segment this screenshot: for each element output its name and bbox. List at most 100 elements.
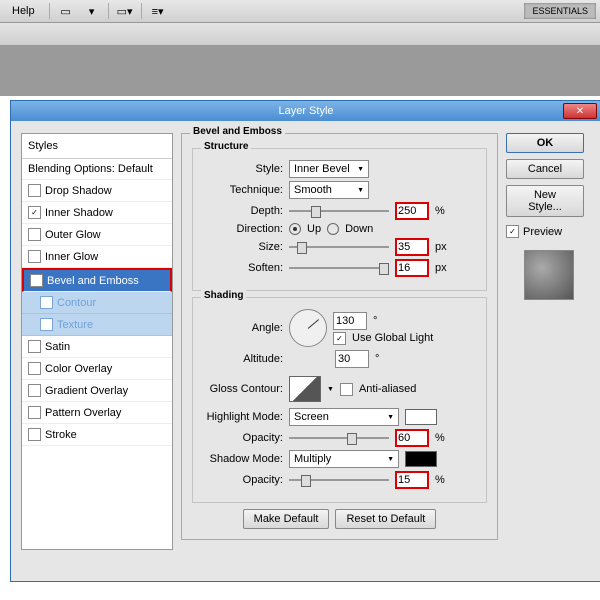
preview-swatch — [524, 250, 574, 300]
layer-style-dialog: Layer Style ✕ Styles Blending Options: D… — [10, 100, 600, 582]
style-checkbox[interactable] — [40, 296, 53, 309]
style-checkbox[interactable] — [28, 406, 41, 419]
new-style-button[interactable]: New Style... — [506, 185, 584, 217]
style-label: Style: — [203, 163, 283, 175]
style-row-stroke[interactable]: Stroke — [22, 424, 172, 446]
bevel-emboss-group: Bevel and Emboss Structure Style: Inner … — [181, 133, 498, 540]
percent-unit: % — [435, 432, 445, 444]
ok-button[interactable]: OK — [506, 133, 584, 153]
reset-default-button[interactable]: Reset to Default — [335, 509, 436, 529]
style-row-satin[interactable]: Satin — [22, 336, 172, 358]
global-light-checkbox[interactable]: ✓ — [333, 332, 346, 345]
antialias-checkbox[interactable] — [340, 383, 353, 396]
style-row-bevel-and-emboss[interactable]: ✓ Bevel and Emboss — [22, 268, 172, 292]
style-checkbox[interactable] — [28, 250, 41, 263]
chevron-down-icon: ▼ — [357, 166, 364, 173]
screen-mode-icon[interactable]: ▭▾ — [115, 3, 135, 19]
depth-input[interactable]: 250 — [395, 202, 429, 220]
shadow-color-swatch[interactable] — [405, 451, 437, 467]
style-label: Stroke — [45, 429, 77, 441]
technique-label: Technique: — [203, 184, 283, 196]
shadow-opacity-slider[interactable] — [289, 474, 389, 486]
angle-dial[interactable] — [289, 309, 327, 347]
styles-header[interactable]: Styles — [22, 134, 172, 159]
canvas-area — [0, 46, 600, 96]
structure-group: Structure Style: Inner Bevel▼ Technique:… — [192, 148, 487, 291]
style-checkbox[interactable] — [28, 340, 41, 353]
workspace-switcher[interactable]: ESSENTIALS — [524, 3, 596, 19]
soften-slider[interactable] — [289, 262, 389, 274]
highlight-mode-select[interactable]: Screen▼ — [289, 408, 399, 426]
style-checkbox[interactable]: ✓ — [28, 206, 41, 219]
highlight-opacity-slider[interactable] — [289, 432, 389, 444]
style-select[interactable]: Inner Bevel▼ — [289, 160, 369, 178]
preview-checkbox[interactable]: ✓ — [506, 225, 519, 238]
depth-label: Depth: — [203, 205, 283, 217]
style-checkbox[interactable] — [28, 428, 41, 441]
style-row-texture[interactable]: Texture — [22, 314, 172, 336]
chevron-down-icon[interactable]: ▼ — [327, 386, 334, 393]
highlight-opacity-label: Opacity: — [203, 432, 283, 444]
make-default-button[interactable]: Make Default — [243, 509, 330, 529]
shadow-mode-select[interactable]: Multiply▼ — [289, 450, 399, 468]
group-title: Bevel and Emboss — [190, 126, 285, 137]
style-checkbox[interactable] — [28, 228, 41, 241]
global-light-label: Use Global Light — [352, 332, 433, 344]
dialog-titlebar: Layer Style ✕ — [11, 101, 600, 121]
cancel-button[interactable]: Cancel — [506, 159, 584, 179]
up-label: Up — [307, 223, 321, 235]
style-label: Pattern Overlay — [45, 407, 121, 419]
gloss-contour-picker[interactable] — [289, 376, 321, 402]
shadow-mode-label: Shadow Mode: — [203, 453, 283, 465]
style-row-pattern-overlay[interactable]: Pattern Overlay — [22, 402, 172, 424]
style-label: Contour — [57, 297, 96, 309]
style-label: Bevel and Emboss — [47, 275, 139, 287]
style-label: Color Overlay — [45, 363, 112, 375]
style-checkbox[interactable] — [28, 184, 41, 197]
blending-options-row[interactable]: Blending Options: Default — [22, 159, 172, 180]
close-icon[interactable]: ✕ — [563, 103, 597, 119]
style-row-gradient-overlay[interactable]: Gradient Overlay — [22, 380, 172, 402]
degree-symbol: ° — [373, 315, 377, 327]
style-label: Inner Shadow — [45, 207, 113, 219]
gloss-contour-label: Gloss Contour: — [203, 383, 283, 395]
soften-input[interactable]: 16 — [395, 259, 429, 277]
style-checkbox[interactable]: ✓ — [30, 274, 43, 287]
direction-down-radio[interactable] — [327, 223, 339, 235]
style-row-outer-glow[interactable]: Outer Glow — [22, 224, 172, 246]
style-row-inner-shadow[interactable]: ✓ Inner Shadow — [22, 202, 172, 224]
style-row-color-overlay[interactable]: Color Overlay — [22, 358, 172, 380]
shadow-opacity-input[interactable]: 15 — [395, 471, 429, 489]
technique-select[interactable]: Smooth▼ — [289, 181, 369, 199]
styles-list: Styles Blending Options: Default Drop Sh… — [21, 133, 173, 550]
style-row-inner-glow[interactable]: Inner Glow — [22, 246, 172, 268]
size-slider[interactable] — [289, 241, 389, 253]
options-bar — [0, 23, 600, 46]
tool-dropdown-1[interactable]: ▾ — [82, 3, 102, 19]
altitude-input[interactable]: 30 — [335, 350, 369, 368]
direction-up-radio[interactable] — [289, 223, 301, 235]
style-label: Drop Shadow — [45, 185, 112, 197]
highlight-opacity-input[interactable]: 60 — [395, 429, 429, 447]
style-row-drop-shadow[interactable]: Drop Shadow — [22, 180, 172, 202]
style-label: Texture — [57, 319, 93, 331]
size-label: Size: — [203, 241, 283, 253]
tool-icon-1[interactable]: ▭ — [56, 3, 76, 19]
depth-slider[interactable] — [289, 205, 389, 217]
style-checkbox[interactable] — [28, 362, 41, 375]
style-checkbox[interactable] — [28, 384, 41, 397]
menu-help[interactable]: Help — [4, 3, 43, 19]
style-row-contour[interactable]: Contour — [22, 292, 172, 314]
highlight-color-swatch[interactable] — [405, 409, 437, 425]
shading-group: Shading Angle: 130 ° ✓ Use Global Light — [192, 297, 487, 503]
align-icon[interactable]: ≡▾ — [148, 3, 168, 19]
style-label: Outer Glow — [45, 229, 101, 241]
highlight-mode-label: Highlight Mode: — [203, 411, 283, 423]
style-checkbox[interactable] — [40, 318, 53, 331]
angle-input[interactable]: 130 — [333, 312, 367, 330]
shading-legend: Shading — [201, 290, 246, 301]
size-input[interactable]: 35 — [395, 238, 429, 256]
preview-label: Preview — [523, 226, 562, 238]
structure-legend: Structure — [201, 141, 251, 152]
soften-unit: px — [435, 262, 447, 274]
